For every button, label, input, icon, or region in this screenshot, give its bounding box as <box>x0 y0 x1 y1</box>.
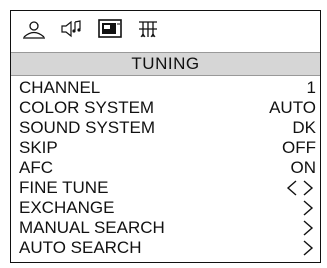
menu-item-label: EXCHANGE <box>19 198 115 217</box>
menu-item-label: SKIP <box>19 138 58 157</box>
menu-item-label: CHANNEL <box>19 78 101 97</box>
arrow-right-icon[interactable] <box>300 178 316 198</box>
arrow-left-icon[interactable] <box>284 178 300 198</box>
menu-icon-bar <box>11 11 320 46</box>
menu-item-sound-system[interactable]: SOUND SYSTEM DK <box>11 118 320 138</box>
menu-item-label: COLOR SYSTEM <box>19 98 155 117</box>
menu-item-value: AUTO <box>269 98 316 117</box>
adjust-arrows[interactable] <box>284 178 316 198</box>
tuning-menu-list: CHANNEL 1 COLOR SYSTEM AUTO SOUND SYSTEM… <box>11 78 320 258</box>
menu-item-label: MANUAL SEARCH <box>19 218 165 237</box>
picture-icon[interactable] <box>21 18 47 40</box>
menu-item-value: OFF <box>282 138 316 157</box>
menu-item-skip[interactable]: SKIP OFF <box>11 138 320 158</box>
menu-title: TUNING <box>11 52 320 76</box>
menu-item-label: AFC <box>19 158 53 177</box>
menu-item-channel[interactable]: CHANNEL 1 <box>11 78 320 98</box>
menu-item-afc[interactable]: AFC ON <box>11 158 320 178</box>
menu-item-value: 1 <box>306 78 316 97</box>
menu-item-fine-tune[interactable]: FINE TUNE <box>11 178 320 198</box>
sound-icon[interactable] <box>59 18 85 40</box>
menu-item-value: ON <box>290 158 317 177</box>
tv-screen-icon[interactable] <box>97 18 123 40</box>
arrow-right-icon[interactable] <box>300 238 316 258</box>
arrow-right-icon[interactable] <box>300 218 316 238</box>
menu-item-value: DK <box>292 118 316 137</box>
tuning-icon[interactable] <box>135 18 161 40</box>
menu-item-manual-search[interactable]: MANUAL SEARCH <box>11 218 320 238</box>
menu-item-label: AUTO SEARCH <box>19 238 142 257</box>
menu-item-label: FINE TUNE <box>19 178 109 197</box>
tuning-osd-panel: TUNING CHANNEL 1 COLOR SYSTEM AUTO SOUND… <box>10 10 321 263</box>
arrow-right-icon[interactable] <box>300 198 316 218</box>
menu-item-color-system[interactable]: COLOR SYSTEM AUTO <box>11 98 320 118</box>
menu-item-label: SOUND SYSTEM <box>19 118 156 137</box>
menu-item-exchange[interactable]: EXCHANGE <box>11 198 320 218</box>
menu-item-auto-search[interactable]: AUTO SEARCH <box>11 238 320 258</box>
